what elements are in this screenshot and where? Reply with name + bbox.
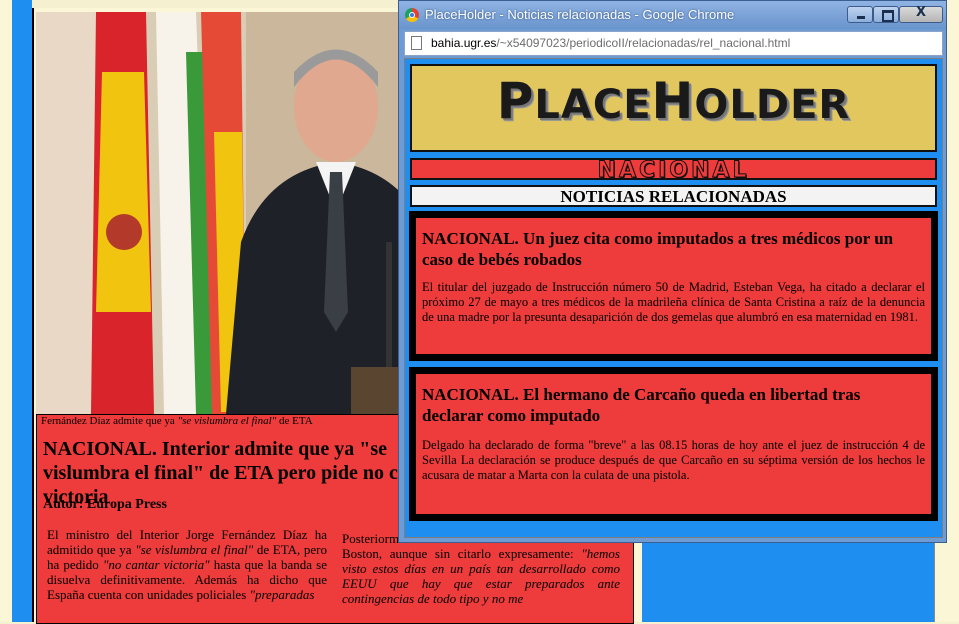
section-banner: NACIONAL xyxy=(410,158,937,180)
section-label: NACIONAL xyxy=(597,158,750,180)
news-title[interactable]: NACIONAL. El hermano de Carcaño queda en… xyxy=(422,384,925,426)
close-icon: X xyxy=(916,5,927,20)
news-summary: Delgado ha declarado de forma "breve" a … xyxy=(422,438,925,482)
page-viewport: PLACEHOLDER NACIONAL NOTICIAS RELACIONAD… xyxy=(404,58,943,538)
news-title[interactable]: NACIONAL. Un juez cita como imputados a … xyxy=(422,228,925,270)
article-column-1: El ministro del Interior Jorge Fernández… xyxy=(47,527,328,602)
address-bar[interactable]: bahia.ugr.es/~x54097023/periodicoII/rela… xyxy=(404,31,943,56)
minimize-button[interactable] xyxy=(847,6,873,23)
site-banner: PLACEHOLDER xyxy=(410,64,937,152)
article-photo xyxy=(36,12,436,414)
chrome-icon xyxy=(405,8,419,22)
window-title: PlaceHolder - Noticias relacionadas - Go… xyxy=(425,7,735,22)
maximize-button[interactable] xyxy=(873,6,899,23)
window-titlebar[interactable]: PlaceHolder - Noticias relacionadas - Go… xyxy=(399,1,946,29)
article-author: Autor: Europa Press xyxy=(43,497,167,512)
related-news-heading: NOTICIAS RELACIONADAS xyxy=(410,185,937,207)
page-icon xyxy=(411,36,422,50)
chrome-popup-window[interactable]: PlaceHolder - Noticias relacionadas - Go… xyxy=(398,0,947,543)
url-text[interactable]: bahia.ugr.es/~x54097023/periodicoII/rela… xyxy=(431,36,790,50)
page-blue-frame xyxy=(12,0,32,622)
photo-caption: Fernández Díaz admite que ya "se vislumb… xyxy=(41,415,313,427)
site-logo[interactable]: PLACEHOLDER xyxy=(412,72,935,130)
news-item: NACIONAL. El hermano de Carcaño queda en… xyxy=(409,367,938,521)
news-summary: El titular del juzgado de Instrucción nú… xyxy=(422,280,925,324)
close-button[interactable]: X xyxy=(899,5,943,23)
news-item: NACIONAL. Un juez cita como imputados a … xyxy=(409,211,938,361)
